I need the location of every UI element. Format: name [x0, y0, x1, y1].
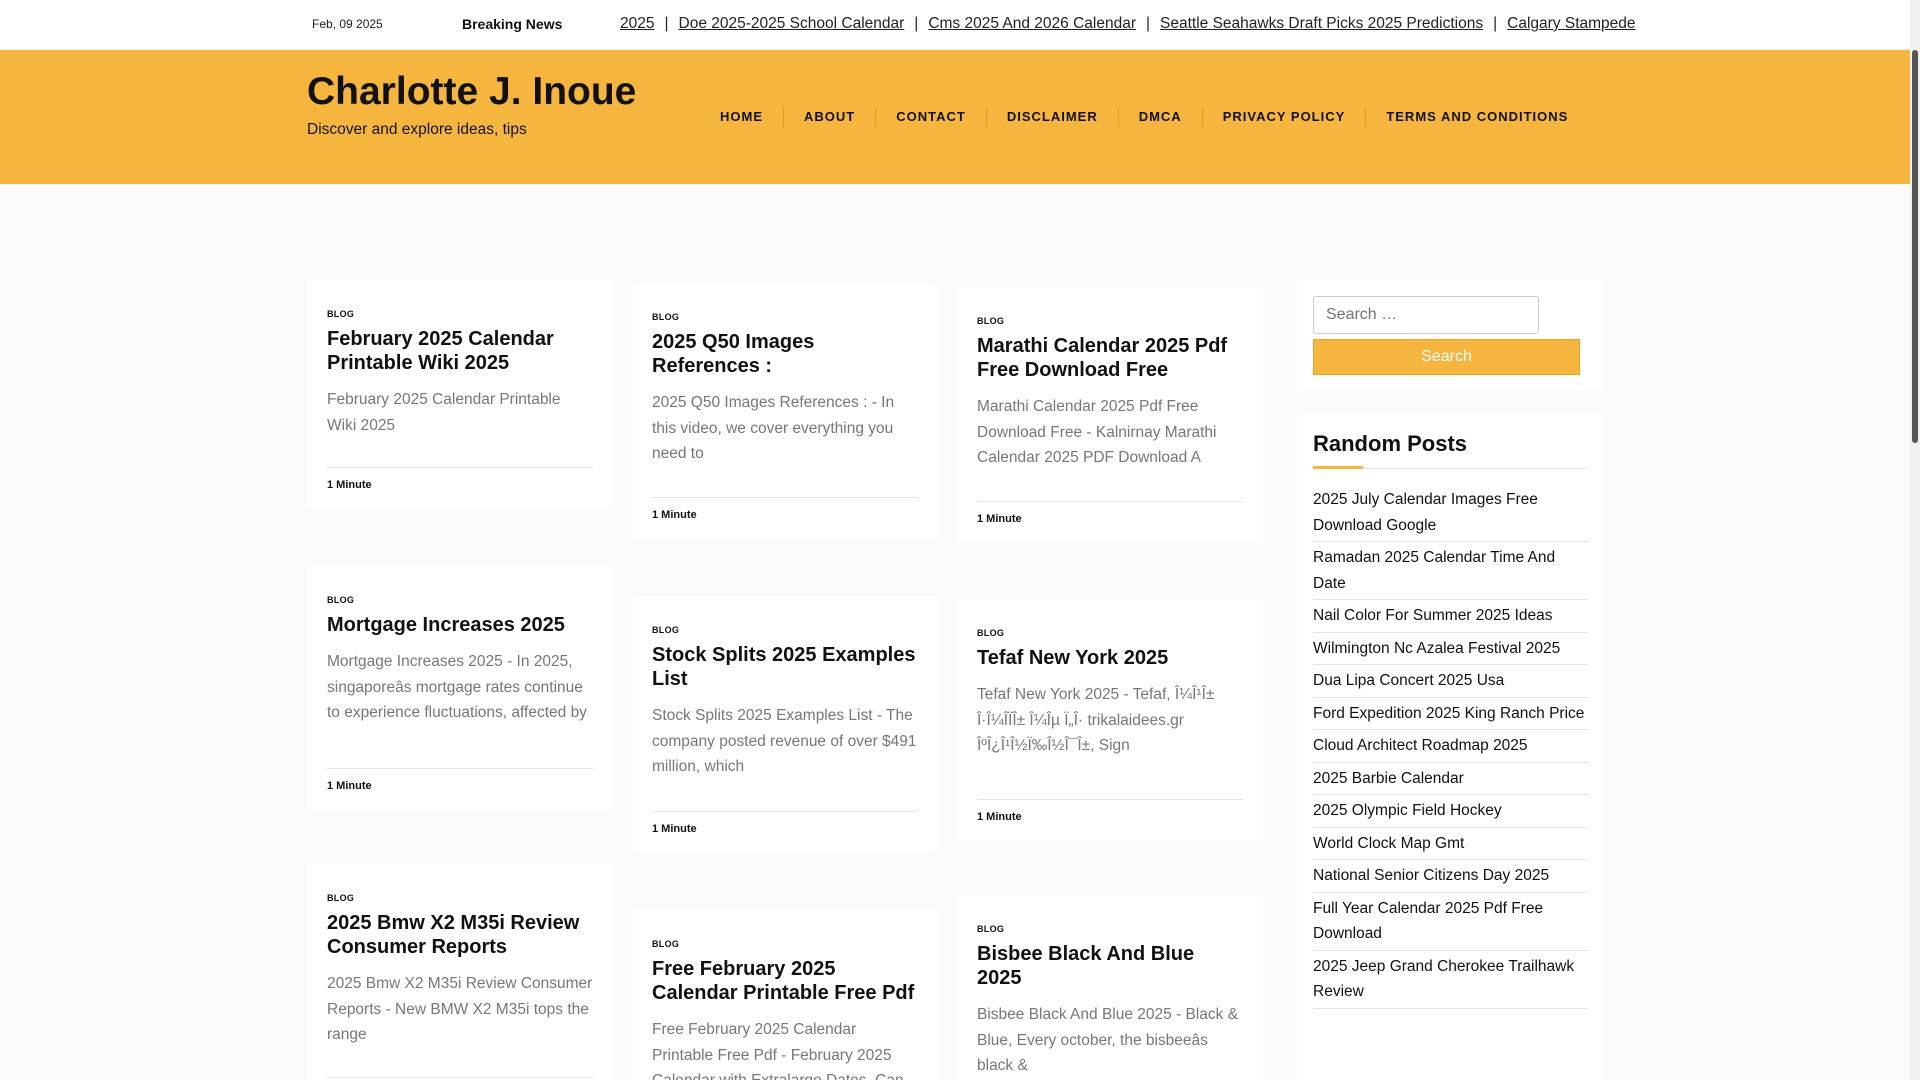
nav-privacy-policy[interactable]: PRIVACY POLICY: [1203, 107, 1367, 127]
post-title[interactable]: Marathi Calendar 2025 Pdf Free Download …: [977, 334, 1243, 382]
accent-bar: [1313, 466, 1363, 469]
ticker-separator: |: [664, 15, 669, 32]
scrollbar-thumb[interactable]: [1912, 50, 1918, 443]
nav-home[interactable]: HOME: [700, 107, 784, 127]
random-post-link[interactable]: World Clock Map Gmt: [1313, 828, 1588, 860]
post-title[interactable]: 2025 Q50 Images References :: [652, 330, 918, 378]
site-header: Charlotte J. Inoue Discover and explore …: [0, 50, 1910, 184]
post-category[interactable]: BLOG: [327, 595, 593, 605]
random-post-link[interactable]: 2025 Olympic Field Hockey: [1313, 795, 1588, 828]
post-card: BLOG Bisbee Black And Blue 2025 Bisbee B…: [957, 895, 1263, 1080]
post-card: BLOG Stock Splits 2025 Examples List Sto…: [632, 596, 938, 853]
ticker-separator: |: [1493, 15, 1498, 32]
post-excerpt: Bisbee Black And Blue 2025 - Black & Blu…: [977, 1006, 1239, 1074]
post-excerpt: Tefaf New York 2025 - Tefaf, Î¼Î¹Î± Î·Î¼…: [977, 686, 1215, 754]
post-read-time: 1 Minute: [327, 768, 593, 792]
nav-terms[interactable]: TERMS AND CONDITIONS: [1366, 107, 1588, 127]
ticker-link[interactable]: 2025: [620, 15, 654, 32]
title-underline: [1313, 466, 1588, 469]
ticker-separator: |: [914, 15, 919, 32]
random-post-link[interactable]: Dua Lipa Concert 2025 Usa: [1313, 665, 1588, 698]
random-post-link[interactable]: Cloud Architect Roadmap 2025: [1313, 730, 1588, 763]
post-excerpt: 2025 Q50 Images References : - In this v…: [652, 394, 895, 462]
page-scrollbar[interactable]: [1910, 0, 1920, 1080]
post-category[interactable]: BLOG: [652, 625, 918, 635]
random-post-link[interactable]: National Senior Citizens Day 2025: [1313, 860, 1588, 893]
random-posts-title: Random Posts: [1313, 431, 1468, 456]
post-card: BLOG Mortgage Increases 2025 Mortgage In…: [307, 566, 613, 810]
post-title[interactable]: Tefaf New York 2025: [977, 646, 1243, 670]
post-title[interactable]: Stock Splits 2025 Examples List: [652, 643, 918, 691]
post-title[interactable]: Mortgage Increases 2025: [327, 613, 593, 637]
random-posts-widget: Random Posts 2025 July Calendar Images F…: [1297, 414, 1604, 1080]
random-post-link[interactable]: Wilmington Nc Azalea Festival 2025: [1313, 633, 1588, 665]
post-excerpt: 2025 Bmw X2 M35i Review Consumer Reports…: [327, 975, 593, 1043]
nav-contact[interactable]: CONTACT: [876, 107, 987, 127]
post-category[interactable]: BLOG: [327, 309, 593, 319]
post-read-time: 1 Minute: [652, 497, 918, 521]
post-title[interactable]: Bisbee Black And Blue 2025: [977, 942, 1243, 990]
site-title[interactable]: Charlotte J. Inoue: [307, 70, 636, 114]
search-widget: Search: [1297, 280, 1604, 391]
post-card: BLOG 2025 Q50 Images References : 2025 Q…: [632, 283, 938, 539]
post-category[interactable]: BLOG: [327, 893, 593, 903]
random-posts-list: 2025 July Calendar Images Free Download …: [1313, 487, 1588, 1009]
ticker-separator: |: [1146, 15, 1151, 32]
ticker-link[interactable]: Seattle Seahawks Draft Picks 2025 Predic…: [1160, 15, 1483, 32]
post-title[interactable]: Free February 2025 Calendar Printable Fr…: [652, 957, 918, 1005]
ticker-link[interactable]: Calgary Stampede: [1507, 15, 1635, 32]
search-button[interactable]: Search: [1313, 339, 1580, 375]
random-post-link[interactable]: Full Year Calendar 2025 Pdf Free Downloa…: [1313, 893, 1588, 951]
nav-about[interactable]: ABOUT: [784, 107, 877, 127]
post-card: BLOG February 2025 Calendar Printable Wi…: [307, 280, 613, 509]
post-excerpt: February 2025 Calendar Printable Wiki 20…: [327, 391, 561, 434]
ticker-link[interactable]: Cms 2025 And 2026 Calendar: [928, 15, 1136, 32]
card-divider: [327, 1077, 593, 1078]
post-category[interactable]: BLOG: [652, 939, 918, 949]
post-excerpt: Mortgage Increases 2025 - In 2025, singa…: [327, 653, 587, 721]
post-card: BLOG Tefaf New York 2025 Tefaf New York …: [957, 599, 1263, 841]
site-tagline: Discover and explore ideas, tips: [307, 121, 527, 138]
post-category[interactable]: BLOG: [977, 924, 1243, 934]
post-excerpt: Free February 2025 Calendar Printable Fr…: [652, 1021, 904, 1080]
post-read-time: 1 Minute: [327, 467, 593, 491]
post-card: BLOG Marathi Calendar 2025 Pdf Free Down…: [957, 287, 1263, 543]
post-title[interactable]: 2025 Bmw X2 M35i Review Consumer Reports: [327, 911, 593, 959]
ticker-link[interactable]: Doe 2025-2025 School Calendar: [679, 15, 905, 32]
nav-dmca[interactable]: DMCA: [1119, 107, 1203, 127]
post-read-time: 1 Minute: [652, 811, 918, 835]
post-category[interactable]: BLOG: [652, 312, 918, 322]
search-input[interactable]: [1313, 296, 1539, 334]
top-bar: Feb, 09 2025 Breaking News 2025 | Doe 2025…: [0, 0, 1910, 50]
nav-disclaimer[interactable]: DISCLAIMER: [987, 107, 1119, 127]
random-post-link[interactable]: 2025 Barbie Calendar: [1313, 763, 1588, 795]
post-title[interactable]: February 2025 Calendar Printable Wiki 20…: [327, 327, 593, 375]
post-excerpt: Stock Splits 2025 Examples List - The co…: [652, 707, 917, 775]
post-read-time: 1 Minute: [977, 799, 1243, 823]
post-read-time: 1 Minute: [977, 501, 1243, 525]
random-post-link[interactable]: 2025 Jeep Grand Cherokee Trailhawk Revie…: [1313, 951, 1588, 1009]
random-post-link[interactable]: 2025 July Calendar Images Free Download …: [1313, 487, 1588, 542]
breaking-news-label: Breaking News: [462, 16, 563, 32]
post-card: BLOG 2025 Bmw X2 M35i Review Consumer Re…: [307, 864, 613, 1080]
current-date: Feb, 09 2025: [312, 17, 383, 31]
breaking-news-ticker: 2025 | Doe 2025-2025 School Calendar | Cms 2…: [605, 0, 1645, 50]
main-nav: HOME ABOUT CONTACT DISCLAIMER DMCA PRIVA…: [700, 107, 1588, 127]
random-post-link[interactable]: Nail Color For Summer 2025 Ideas: [1313, 600, 1588, 633]
random-post-link[interactable]: Ford Expedition 2025 King Ranch Price: [1313, 698, 1588, 730]
post-category[interactable]: BLOG: [977, 316, 1243, 326]
random-post-link[interactable]: Ramadan 2025 Calendar Time And Date: [1313, 542, 1588, 600]
post-excerpt: Marathi Calendar 2025 Pdf Free Download …: [977, 398, 1217, 466]
post-card: BLOG Free February 2025 Calendar Printab…: [632, 910, 938, 1080]
post-category[interactable]: BLOG: [977, 628, 1243, 638]
